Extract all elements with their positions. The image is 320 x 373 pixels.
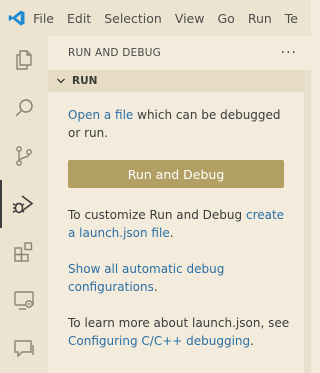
show-all-paragraph: Show all automatic debug configurations. [68, 260, 291, 296]
show-all-end: . [153, 280, 158, 294]
comments-icon[interactable] [0, 324, 48, 372]
customize-paragraph: To customize Run and Debug create a laun… [68, 206, 291, 242]
menu-run[interactable]: Run [248, 11, 272, 26]
chevron-down-icon [54, 76, 68, 86]
menu-file[interactable]: File [33, 11, 54, 26]
run-section-content: Open a file which can be debugged or run… [48, 92, 311, 350]
menu-go[interactable]: Go [217, 11, 234, 26]
customize-text: To customize Run and Debug [68, 208, 246, 222]
configuring-debugging-link[interactable]: Configuring C/C++ debugging [68, 334, 250, 348]
menu-terminal[interactable]: Te [285, 11, 298, 26]
source-control-icon[interactable] [0, 132, 48, 180]
run-and-debug-sidebar: RUN AND DEBUG ··· RUN Open a file which … [48, 36, 311, 373]
open-file-link[interactable]: Open a file [68, 108, 133, 122]
vscode-logo-icon [0, 0, 33, 36]
section-header-run[interactable]: RUN [48, 70, 311, 92]
more-actions-button[interactable]: ··· [281, 45, 297, 61]
section-label: RUN [72, 75, 98, 87]
customize-end: . [169, 226, 174, 240]
remote-explorer-icon[interactable] [0, 276, 48, 324]
open-file-paragraph: Open a file which can be debugged or run… [68, 106, 291, 142]
search-icon[interactable] [0, 84, 48, 132]
menu-edit[interactable]: Edit [67, 11, 91, 26]
sidebar-scrollbar[interactable] [304, 70, 311, 373]
run-and-debug-button[interactable]: Run and Debug [68, 160, 284, 188]
learn-more-paragraph: To learn more about launch.json, see Con… [68, 314, 291, 350]
menu-bar: File Edit Selection View Go Run Te [0, 0, 311, 36]
panel-header: RUN AND DEBUG ··· [48, 36, 311, 70]
extensions-icon[interactable] [0, 228, 48, 276]
panel-title: RUN AND DEBUG [68, 47, 161, 59]
show-all-debug-configurations-link[interactable]: Show all automatic debug configurations [68, 262, 224, 294]
activity-bar [0, 36, 48, 373]
learn-more-text: To learn more about launch.json, see [68, 316, 290, 330]
run-debug-icon[interactable] [0, 180, 48, 228]
learn-more-end: . [250, 334, 254, 348]
files-icon[interactable] [0, 36, 48, 84]
menu-view[interactable]: View [175, 11, 205, 26]
menu-selection[interactable]: Selection [104, 11, 162, 26]
